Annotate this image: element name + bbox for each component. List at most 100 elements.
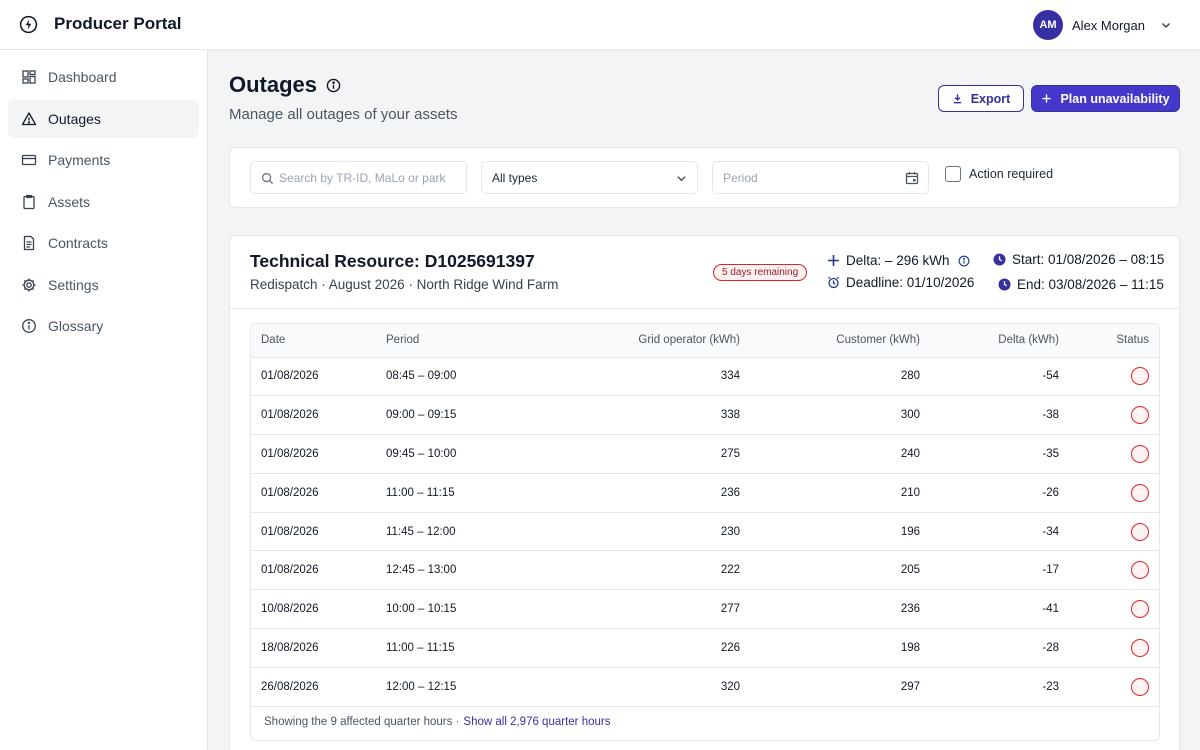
cell-status: [1059, 551, 1159, 590]
status-circle-icon: [1131, 367, 1149, 386]
cell-customer: 205: [900, 564, 920, 577]
table-row[interactable]: 01/08/2026 08:45 – 09:00 334 280 -54: [251, 357, 1159, 396]
sidebar-item-outages[interactable]: Outages: [8, 99, 199, 138]
table-row[interactable]: 01/08/2026 12:45 – 13:00 222 205 -17: [251, 551, 1159, 590]
table-row[interactable]: 01/08/2026 11:45 – 12:00 230 196 -34: [251, 512, 1159, 551]
cell-customer: 196: [900, 525, 920, 538]
cell-status: [1059, 590, 1159, 629]
calendar-icon[interactable]: [905, 171, 919, 185]
start-info: Start: 01/08/2026 – 08:15: [993, 252, 1164, 267]
table-row[interactable]: 01/08/2026 09:45 – 10:00 275 240 -35: [251, 435, 1159, 474]
sidebar-item-glossary[interactable]: Glossary: [8, 307, 199, 345]
top-header: Producer Portal AM Alex Morgan: [0, 0, 1200, 50]
table-header-row: Date Period Grid operator (kWh) Customer…: [251, 324, 1159, 357]
plan-button-label: Plan unavailability: [1060, 91, 1170, 106]
column-header-grid[interactable]: Grid operator (kWh): [546, 324, 740, 357]
page-title-text: Outages: [229, 72, 318, 97]
credit-card-icon: [21, 154, 37, 166]
cell-status: [1059, 512, 1159, 551]
table-row[interactable]: 01/08/2026 11:00 – 11:15 236 210 -26: [251, 473, 1159, 513]
sidebar-item-settings[interactable]: Settings: [8, 266, 199, 304]
app-title: Producer Portal: [54, 14, 182, 33]
show-all-link[interactable]: Show all 2,976 quarter hours: [463, 716, 610, 728]
chevron-down-icon: [677, 176, 686, 182]
period-placeholder: Period: [723, 170, 758, 185]
table-row[interactable]: 01/08/2026 09:00 – 09:15 338 300 -38: [251, 396, 1159, 435]
column-header-period[interactable]: Period: [386, 324, 546, 357]
cell-delta: -35: [1042, 447, 1059, 460]
search-icon: [261, 172, 274, 185]
cell-date: 01/08/2026: [261, 370, 319, 383]
cell-period: 09:00 – 09:15: [386, 409, 457, 422]
plan-unavailability-button[interactable]: Plan unavailability: [1031, 85, 1180, 112]
lightning-logo-icon: [19, 15, 38, 34]
cell-date: 01/08/2026: [261, 447, 319, 460]
technical-resource-card: Technical Resource: D1025691397 Redispat…: [229, 235, 1180, 750]
cell-grid: 226: [720, 641, 740, 654]
status-circle-icon: [1131, 522, 1149, 541]
cell-grid: 230: [720, 525, 740, 538]
export-button[interactable]: Export: [938, 85, 1024, 112]
sidebar-item-label: Glossary: [48, 318, 104, 334]
column-header-date[interactable]: Date: [251, 324, 386, 357]
table-row[interactable]: 18/08/2026 11:00 – 11:15 226 198 -28: [251, 629, 1159, 668]
sidebar-item-dashboard[interactable]: Dashboard: [8, 58, 199, 96]
cell-delta: -54: [1042, 370, 1059, 383]
alarm-clock-icon: [828, 276, 839, 289]
divider: [230, 308, 1179, 309]
cell-customer: 240: [900, 447, 920, 460]
action-required-checkbox[interactable]: [945, 166, 961, 182]
cell-delta: -38: [1042, 409, 1059, 422]
cell-date: 01/08/2026: [261, 486, 319, 499]
status-circle-icon: [1131, 561, 1149, 580]
cell-grid: 334: [720, 370, 740, 383]
cell-customer: 210: [900, 486, 920, 499]
status-circle-icon: [1131, 406, 1149, 425]
table-row[interactable]: 10/08/2026 10:00 – 10:15 277 236 -41: [251, 590, 1159, 629]
cell-status: [1059, 357, 1159, 396]
action-required-label: Action required: [969, 167, 1054, 181]
status-badge: 5 days remaining: [713, 264, 808, 281]
cell-date: 01/08/2026: [261, 564, 319, 577]
sidebar-item-contracts[interactable]: Contracts: [8, 224, 199, 262]
delta-value: Delta: – 296 kWh: [846, 253, 950, 268]
action-required-filter[interactable]: Action required: [945, 166, 1053, 182]
export-button-label: Export: [970, 91, 1011, 106]
cell-status: [1059, 473, 1159, 512]
cell-date: 26/08/2026: [261, 680, 319, 693]
cell-delta: -28: [1042, 641, 1059, 654]
status-circle-icon: [1131, 677, 1149, 696]
search-input[interactable]: Search by TR-ID, MaLo or park: [250, 161, 467, 194]
cell-period: 09:45 – 10:00: [386, 447, 457, 460]
gear-icon: [22, 278, 36, 291]
info-icon[interactable]: [326, 78, 341, 93]
cell-delta: -26: [1042, 486, 1059, 499]
plus-icon: [828, 255, 839, 266]
sidebar-item-assets[interactable]: Assets: [8, 183, 199, 221]
sidebar-item-label: Assets: [48, 193, 91, 210]
sidebar-item-payments[interactable]: Payments: [8, 141, 199, 179]
sidebar-item-label: Contracts: [48, 235, 108, 251]
start-value: Start: 01/08/2026 – 08:15: [1012, 252, 1165, 267]
status-circle-icon: [1131, 444, 1149, 463]
cell-delta: -17: [1042, 564, 1059, 577]
cell-date: 10/08/2026: [261, 603, 319, 616]
type-select[interactable]: All types: [481, 161, 698, 194]
column-header-status[interactable]: Status: [1059, 324, 1159, 357]
cell-status: [1059, 396, 1159, 435]
cell-period: 11:00 – 11:15: [386, 486, 455, 499]
info-icon[interactable]: [958, 255, 970, 267]
cell-period: 12:00 – 12:15: [386, 680, 457, 693]
cell-period: 12:45 – 13:00: [386, 564, 457, 577]
cell-grid: 222: [720, 564, 740, 577]
table-row[interactable]: 26/08/2026 12:00 – 12:15 320 297 -23: [251, 667, 1159, 707]
user-menu[interactable]: AM Alex Morgan: [1033, 10, 1172, 40]
search-placeholder: Search by TR-ID, MaLo or park: [279, 170, 446, 185]
column-header-customer[interactable]: Customer (kWh): [740, 324, 920, 357]
column-header-delta[interactable]: Delta (kWh): [920, 324, 1059, 357]
delta-info: Delta: – 296 kWh: [827, 253, 970, 268]
end-info: End: 03/08/2026 – 11:15: [998, 277, 1164, 292]
cell-grid: 338: [720, 409, 740, 422]
period-input[interactable]: Period: [712, 161, 929, 194]
page-subtitle: Manage all outages of your assets: [229, 106, 458, 123]
